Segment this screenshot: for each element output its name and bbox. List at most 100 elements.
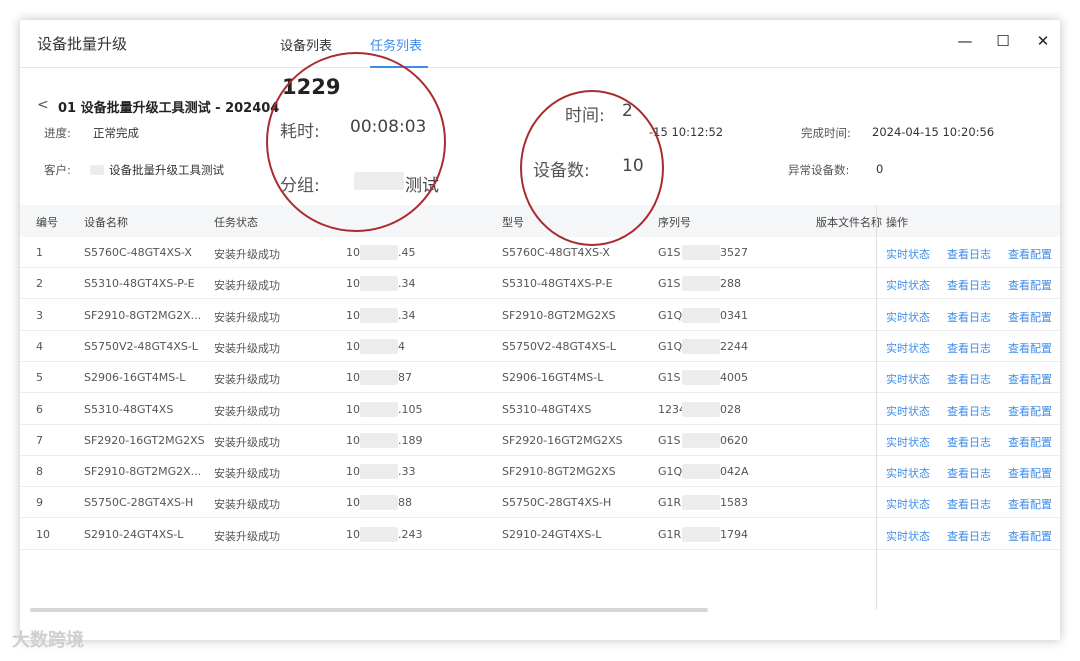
cell-serial-prefix: G1S xyxy=(658,371,681,385)
cell-device-name: S2906-16GT4MS-L xyxy=(84,371,186,385)
view-log-link[interactable]: 查看日志 xyxy=(947,434,991,450)
redacted-ip xyxy=(360,370,398,386)
view-log-link[interactable]: 查看日志 xyxy=(947,340,991,356)
realtime-status-link[interactable]: 实时状态 xyxy=(886,528,930,544)
realtime-status-link[interactable]: 实时状态 xyxy=(886,309,930,325)
realtime-status-link[interactable]: 实时状态 xyxy=(886,371,930,387)
cell-ip-suffix: 88 xyxy=(398,496,412,510)
abnormal-count-value: 0 xyxy=(876,162,884,176)
cell-model: S5310-48GT4XS xyxy=(502,402,592,416)
finish-time-label: 完成时间: xyxy=(801,126,851,140)
cell-status: 安装升级成功 xyxy=(214,467,280,481)
cell-serial-suffix: 2244 xyxy=(720,339,748,353)
maximize-icon[interactable]: ☐ xyxy=(993,32,1013,50)
view-config-link[interactable]: 查看配置 xyxy=(1008,528,1052,544)
cell-status: 安装升级成功 xyxy=(214,435,280,449)
col-serial: 序列号 xyxy=(658,216,691,229)
cell-device-name: S5750V2-48GT4XS-L xyxy=(84,339,198,353)
cell-no: 6 xyxy=(36,402,43,416)
close-icon[interactable]: ✕ xyxy=(1033,32,1053,50)
realtime-status-link[interactable]: 实时状态 xyxy=(886,496,930,512)
cell-no: 3 xyxy=(36,308,43,322)
col-actions: 操作 xyxy=(886,216,908,229)
cell-ip-suffix: .45 xyxy=(398,246,416,259)
cell-serial-suffix: 1794 xyxy=(720,527,748,541)
horizontal-scrollbar[interactable] xyxy=(30,608,708,612)
view-log-link[interactable]: 查看日志 xyxy=(947,465,991,481)
tab-device-list[interactable]: 设备列表 xyxy=(280,35,332,54)
view-config-link[interactable]: 查看配置 xyxy=(1008,371,1052,387)
realtime-status-link[interactable]: 实时状态 xyxy=(886,340,930,356)
redacted-ip xyxy=(360,245,398,260)
view-log-link[interactable]: 查看日志 xyxy=(947,528,991,544)
customer-value: 设备批量升级工具测试 xyxy=(109,163,224,177)
view-config-link[interactable]: 查看配置 xyxy=(1008,496,1052,512)
realtime-status-link[interactable]: 实时状态 xyxy=(886,465,930,481)
view-config-link[interactable]: 查看配置 xyxy=(1008,403,1052,419)
cell-serial-prefix: G1R xyxy=(658,527,682,541)
cell-no: 5 xyxy=(36,371,43,385)
view-log-link[interactable]: 查看日志 xyxy=(947,246,991,262)
cell-device-name: S5310-48GT4XS-P-E xyxy=(84,277,195,291)
redacted-ip xyxy=(360,401,398,417)
cell-status: 安装升级成功 xyxy=(214,248,280,261)
view-log-link[interactable]: 查看日志 xyxy=(947,496,991,512)
abnormal-count-label: 异常设备数: xyxy=(788,163,850,177)
minimize-icon[interactable]: — xyxy=(955,32,975,50)
cell-no: 2 xyxy=(36,277,43,291)
cell-serial-suffix: 1583 xyxy=(720,496,748,510)
view-log-link[interactable]: 查看日志 xyxy=(947,309,991,325)
cell-serial-prefix: G1R xyxy=(658,496,682,510)
redacted-serial xyxy=(682,245,720,260)
table-row: 1 S5760C-48GT4XS-X 安装升级成功 10. S5760C-48GT4XS… xyxy=(20,237,1060,268)
view-log-link[interactable]: 查看日志 xyxy=(947,403,991,419)
redacted-serial xyxy=(682,432,720,448)
tab-task-list[interactable]: 任务列表 xyxy=(370,35,422,54)
cell-no: 9 xyxy=(36,496,43,510)
cell-model: S5310-48GT4XS-P-E xyxy=(502,277,613,291)
view-config-link[interactable]: 查看配置 xyxy=(1008,340,1052,356)
redacted-serial xyxy=(682,370,720,386)
realtime-status-link[interactable]: 实时状态 xyxy=(886,277,930,293)
view-log-link[interactable]: 查看日志 xyxy=(947,277,991,293)
view-config-link[interactable]: 查看配置 xyxy=(1008,465,1052,481)
cell-device-name: S5760C-48GT4XS-X xyxy=(84,246,192,259)
realtime-status-link[interactable]: 实时状态 xyxy=(886,434,930,450)
cell-no: 8 xyxy=(36,465,43,479)
cell-serial-suffix: 3527 xyxy=(720,246,748,259)
view-config-link[interactable]: 查看配置 xyxy=(1008,277,1052,293)
realtime-status-link[interactable]: 实时状态 xyxy=(886,403,930,419)
table-row: 4 S5750V2-48GT4XS-L 安装升级成功 10. S5750V2-48GT4… xyxy=(20,331,1060,362)
realtime-status-link[interactable]: 实时状态 xyxy=(886,246,930,262)
cell-status: 安装升级成功 xyxy=(214,310,280,324)
table-row: 8 SF2910-8GT2MG2X... 安装升级成功 10. SF2910-8GT2M… xyxy=(20,456,1060,488)
col-version-file: 版本文件名称 xyxy=(816,216,882,229)
cell-model: S5760C-48GT4XS-X xyxy=(502,246,610,259)
cell-no: 4 xyxy=(36,339,43,353)
cell-device-name: S2910-24GT4XS-L xyxy=(84,527,184,541)
view-log-link[interactable]: 查看日志 xyxy=(947,371,991,387)
cell-serial-suffix: 028 xyxy=(720,402,741,416)
cell-device-name: SF2910-8GT2MG2X... xyxy=(84,308,202,322)
title-bar: 设备批量升级 设备列表 任务列表 — ☐ ✕ xyxy=(20,20,1060,68)
redacted-ip xyxy=(360,432,398,448)
view-config-link[interactable]: 查看配置 xyxy=(1008,434,1052,450)
table-row: 7 SF2920-16GT2MG2XS 安装升级成功 10. SF2920-16GT2M… xyxy=(20,425,1060,456)
redacted-ip xyxy=(360,307,398,323)
view-config-link[interactable]: 查看配置 xyxy=(1008,246,1052,262)
annotation-circle-device-count xyxy=(520,90,664,246)
redacted-ip xyxy=(360,276,398,292)
cell-ip-suffix: .33 xyxy=(398,465,416,479)
redacted-serial xyxy=(682,401,720,417)
finish-time-value: 2024-04-15 10:20:56 xyxy=(872,125,995,139)
cell-no: 7 xyxy=(36,433,43,447)
back-arrow-icon[interactable]: < xyxy=(37,97,49,113)
col-device-name: 设备名称 xyxy=(84,216,128,229)
table-row: 2 S5310-48GT4XS-P-E 安装升级成功 10. S5310-48GT4XS… xyxy=(20,268,1060,300)
cell-status: 安装升级成功 xyxy=(214,279,280,293)
view-config-link[interactable]: 查看配置 xyxy=(1008,309,1052,325)
table-row: 5 S2906-16GT4MS-L 安装升级成功 10. S2906-16GT4MS-L… xyxy=(20,362,1060,394)
cell-serial-prefix: G1S xyxy=(658,433,681,447)
watermark-text: 大数跨境 xyxy=(12,630,84,651)
task-name: 01 设备批量升级工具测试 - 202404 xyxy=(58,101,280,116)
